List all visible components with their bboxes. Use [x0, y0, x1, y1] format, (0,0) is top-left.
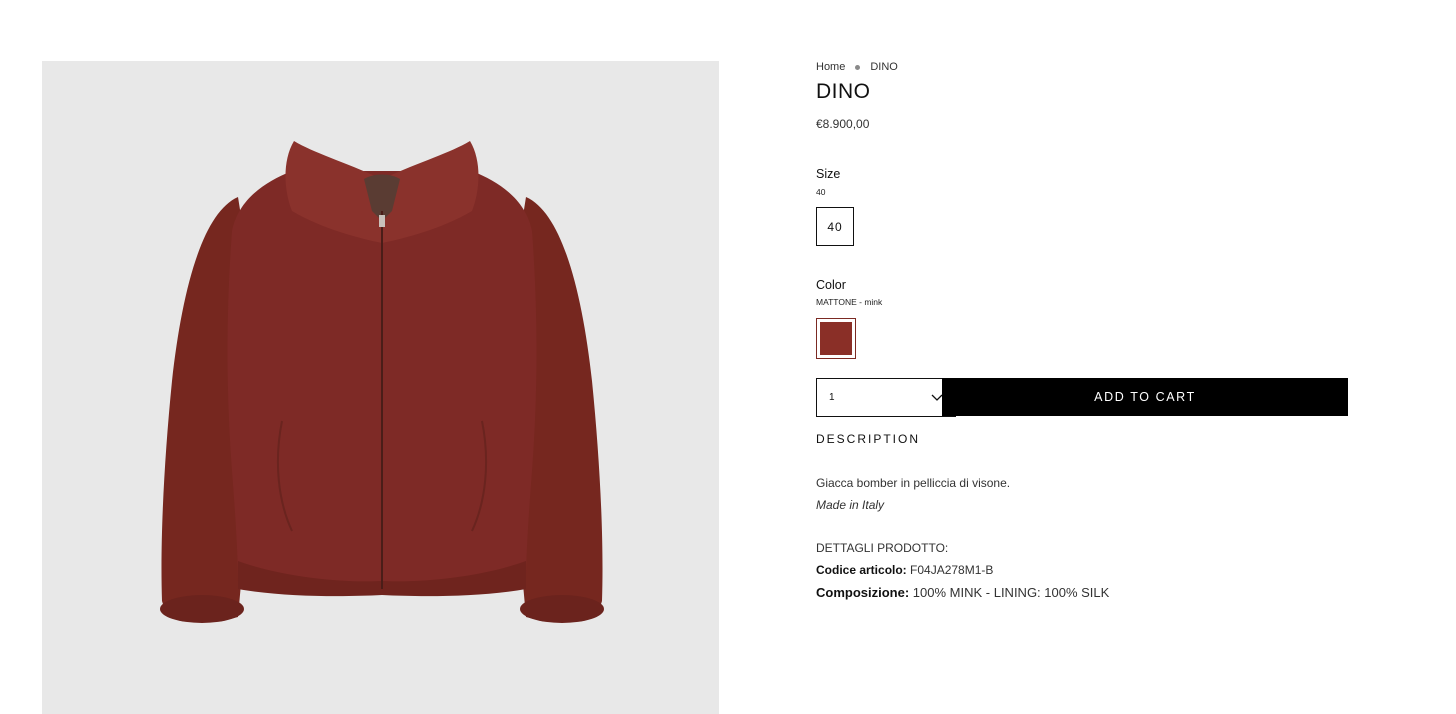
composition-row: Composizione: 100% MINK - LINING: 100% S… [816, 585, 1109, 600]
description-text: Giacca bomber in pelliccia di visone. [816, 476, 1011, 490]
product-title: DINO [816, 80, 871, 103]
product-image[interactable] [42, 61, 719, 714]
quantity-select[interactable]: 1 [816, 378, 956, 417]
color-swatch-mattone[interactable] [816, 318, 856, 359]
size-selected-value: 40 [816, 187, 826, 197]
product-code-value: F04JA278M1-B [910, 563, 994, 577]
description-origin: Made in Italy [816, 498, 885, 512]
product-price: €8.900,00 [816, 117, 870, 131]
color-swatch-fill [820, 322, 852, 355]
color-label: Color [816, 278, 846, 292]
description-heading: DESCRIPTION [816, 432, 921, 446]
breadcrumb-current: DINO [870, 61, 898, 73]
details-heading: DETTAGLI PRODOTTO: [816, 541, 949, 555]
product-code-row: Codice articolo: F04JA278M1-B [816, 563, 993, 577]
breadcrumb: Home DINO [816, 61, 898, 73]
composition-label: Composizione: [816, 585, 910, 600]
size-label: Size [816, 167, 841, 181]
add-to-cart-button[interactable]: ADD TO CART [942, 378, 1348, 416]
size-option-40[interactable]: 40 [816, 207, 854, 246]
breadcrumb-separator-icon [855, 64, 861, 70]
breadcrumb-home-link[interactable]: Home [816, 61, 845, 73]
composition-value: 100% MINK - LINING: 100% SILK [912, 585, 1110, 600]
color-selected-value: MATTONE - mink [816, 297, 883, 307]
product-code-label: Codice articolo: [816, 563, 907, 577]
product-image-panel [42, 61, 719, 714]
quantity-value: 1 [829, 392, 835, 403]
